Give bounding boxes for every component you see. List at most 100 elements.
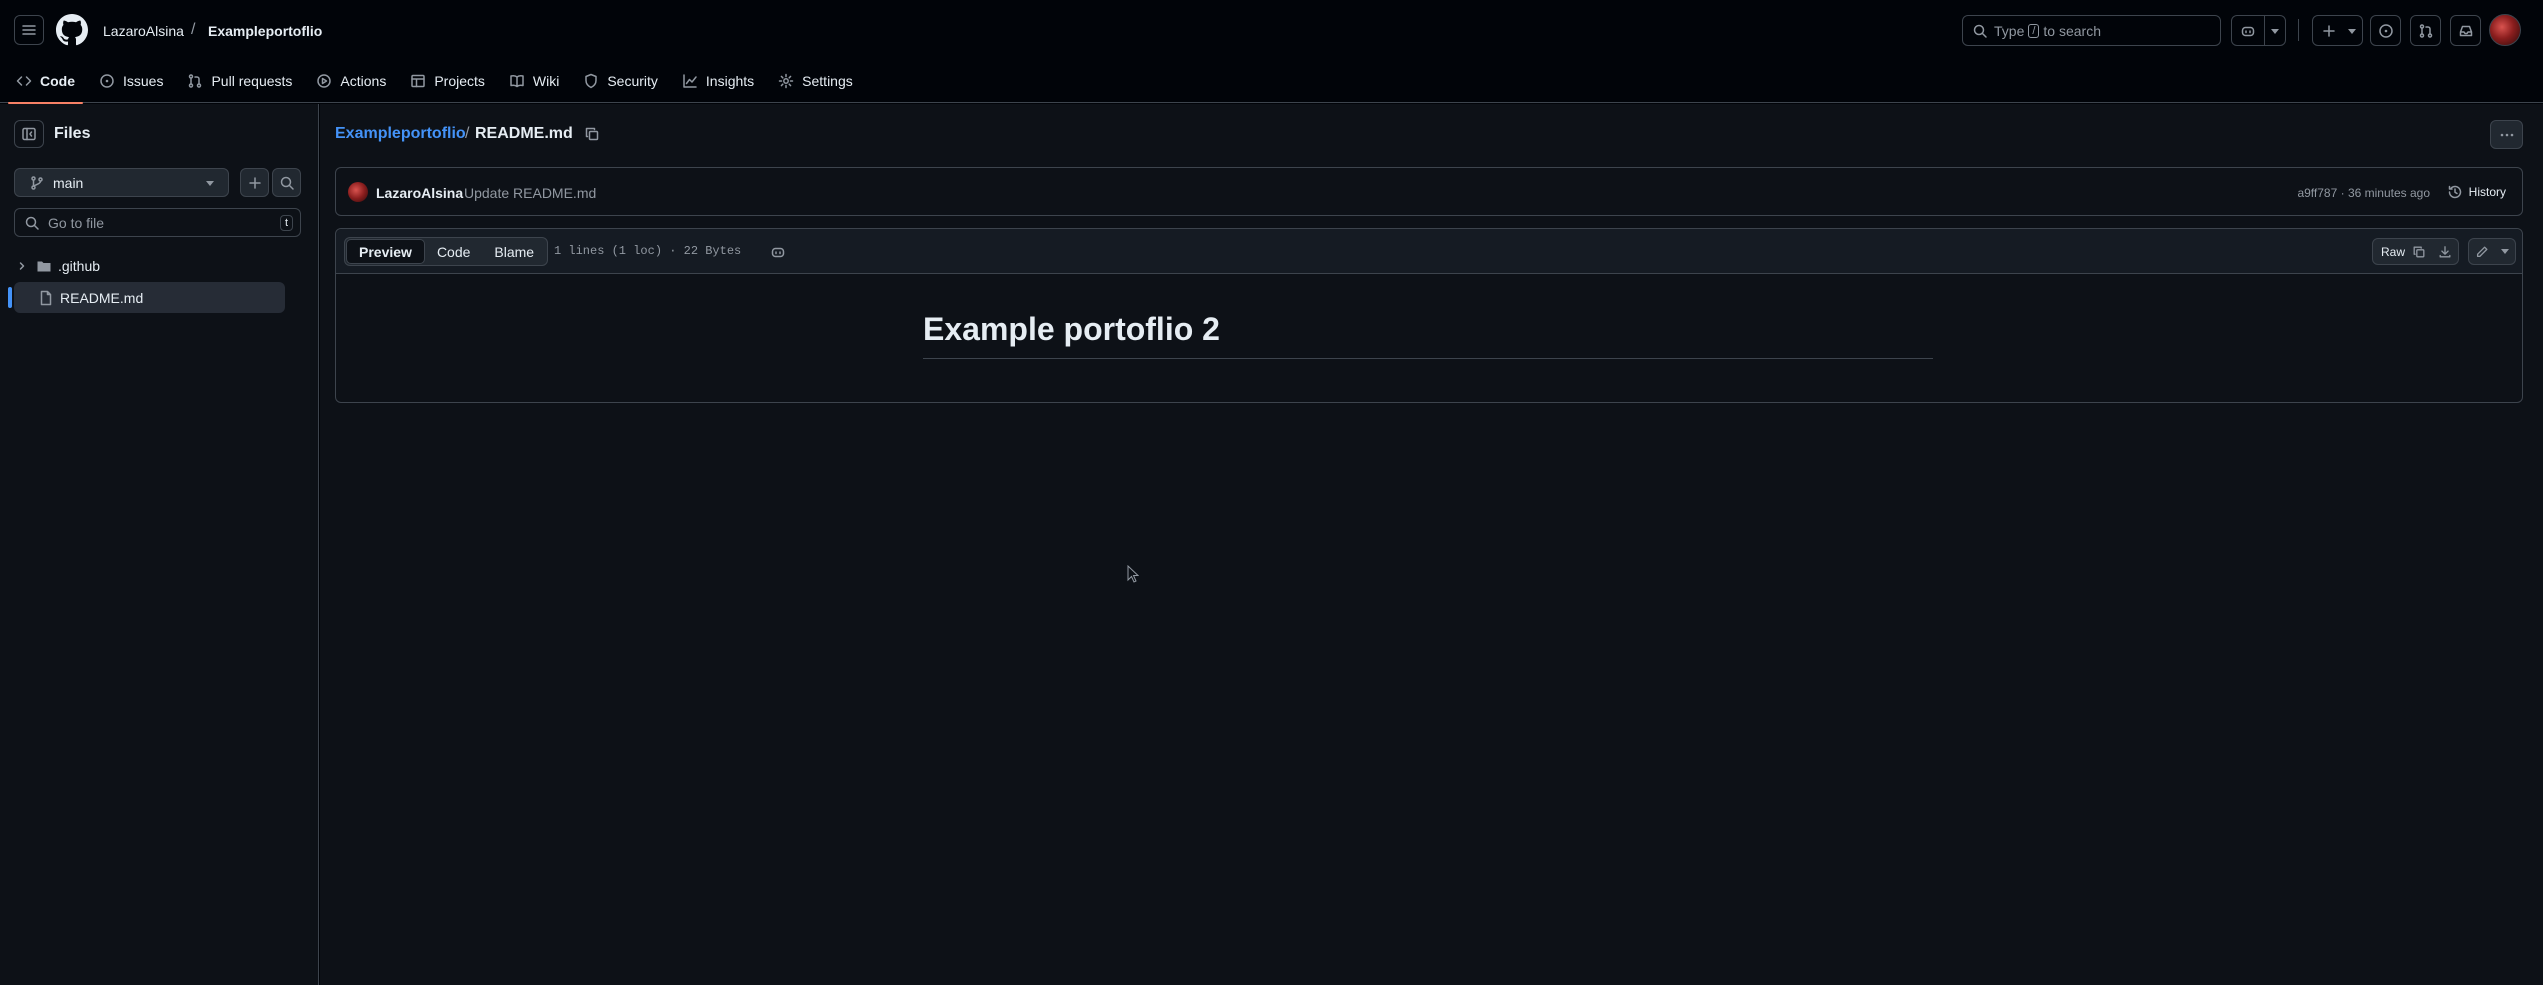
commit-message[interactable]: Update README.md: [464, 185, 596, 201]
issue-icon: [2378, 23, 2393, 38]
branch-selector[interactable]: main: [14, 168, 229, 197]
inbox-button[interactable]: [2450, 15, 2481, 46]
chevron-down-icon: [2500, 249, 2509, 254]
create-new-button[interactable]: [2312, 15, 2363, 46]
git-branch-icon: [31, 175, 43, 190]
download-raw-button[interactable]: [2432, 238, 2459, 265]
breadcrumb-separator: /: [191, 21, 196, 38]
search-prefix: Type: [1994, 22, 2025, 39]
folder-icon: [37, 261, 51, 271]
tab-label: Pull requests: [211, 73, 293, 89]
hamburger-icon: [22, 25, 36, 35]
commit-author[interactable]: LazaroAlsina: [376, 185, 463, 201]
plus-icon: [248, 176, 261, 189]
search-shortcut-key: /: [2028, 23, 2040, 38]
tab-label: Insights: [705, 73, 755, 89]
menu-button[interactable]: [14, 15, 44, 45]
tab-label: Actions: [340, 73, 387, 89]
search-icon: [280, 176, 294, 190]
more-options-button[interactable]: [2490, 120, 2523, 149]
view-preview-button[interactable]: Preview: [346, 239, 425, 264]
copy-raw-button[interactable]: [2406, 238, 2433, 265]
github-logo-icon[interactable]: [56, 14, 88, 46]
pencil-icon: [2476, 246, 2487, 257]
readme-heading: Example portoflio 2: [923, 309, 1933, 359]
file-view-main: Exampleportoflio / README.md LazaroAlsin…: [320, 104, 2543, 985]
view-mode-segmented-control: Preview Code Blame: [344, 237, 549, 266]
code-icon: [16, 76, 32, 86]
copy-icon: [585, 127, 599, 141]
graph-icon: [683, 74, 697, 88]
sidebar-title: Files: [54, 125, 91, 142]
search-icon: [25, 216, 39, 230]
gear-icon: [778, 73, 794, 89]
tab-label: Settings: [802, 73, 853, 89]
tab-label: Code: [40, 73, 75, 89]
history-icon: [2448, 185, 2461, 199]
kebab-horizontal-icon: [2500, 133, 2513, 136]
commit-meta[interactable]: a9ff787 · 36 minutes ago: [2297, 186, 2430, 200]
issue-icon: [100, 74, 114, 88]
collapse-sidebar-button[interactable]: [14, 120, 44, 148]
sidebar-collapse-icon: [22, 127, 36, 141]
tab-issues[interactable]: Issues: [91, 60, 171, 102]
tab-label: Issues: [123, 73, 164, 89]
tab-code[interactable]: Code: [8, 60, 83, 104]
search-files-button[interactable]: [272, 168, 301, 197]
copy-path-button[interactable]: [578, 120, 606, 148]
table-icon: [411, 74, 426, 88]
file-box: Preview Code Blame 1 lines (1 loc) · 22 …: [335, 228, 2523, 403]
tab-wiki[interactable]: Wiki: [501, 60, 567, 102]
tab-label: Wiki: [532, 73, 560, 89]
path-separator: /: [465, 125, 470, 142]
go-to-file-input[interactable]: Go to file t: [14, 208, 301, 237]
inbox-icon: [2459, 25, 2472, 36]
history-label: History: [2468, 185, 2506, 199]
plus-icon: [2323, 25, 2335, 37]
edit-file-button[interactable]: [2468, 238, 2495, 265]
tab-settings[interactable]: Settings: [770, 60, 861, 102]
chevron-right-icon[interactable]: [16, 260, 28, 272]
pull-request-icon: [189, 74, 202, 88]
owner-link[interactable]: LazaroAlsina: [103, 23, 184, 39]
tab-label: Security: [607, 73, 658, 89]
file-icon: [40, 290, 52, 305]
tab-actions[interactable]: Actions: [308, 60, 394, 102]
history-button[interactable]: History: [2439, 178, 2514, 206]
tab-pull-requests[interactable]: Pull requests: [179, 60, 300, 102]
edit-options-button[interactable]: [2494, 238, 2516, 265]
chevron-down-icon: [2348, 29, 2356, 34]
tree-item-readme-file[interactable]: README.md: [8, 282, 285, 313]
shield-icon: [585, 73, 598, 89]
branch-name: main: [53, 174, 84, 191]
pull-request-icon: [2419, 23, 2432, 38]
user-avatar[interactable]: [2489, 14, 2521, 46]
tree-item-label: .github: [58, 257, 101, 274]
add-file-button[interactable]: [240, 168, 269, 197]
tab-security[interactable]: Security: [575, 60, 666, 102]
search-suffix: to search: [2043, 22, 2102, 39]
copilot-icon: [771, 247, 785, 258]
tree-item-label: README.md: [60, 289, 144, 306]
commit-author-avatar[interactable]: [348, 182, 368, 202]
view-code-button[interactable]: Code: [425, 239, 482, 264]
tab-projects[interactable]: Projects: [402, 60, 493, 102]
ask-copilot-button[interactable]: [765, 239, 791, 265]
tab-label: Projects: [434, 73, 485, 89]
your-issues-button[interactable]: [2370, 15, 2401, 46]
mouse-cursor-icon: [1127, 565, 1139, 583]
tree-item-github-folder[interactable]: .github: [14, 250, 285, 281]
view-blame-button[interactable]: Blame: [482, 239, 546, 264]
copilot-button[interactable]: [2231, 15, 2286, 46]
chevron-down-icon[interactable]: [2271, 29, 2279, 34]
latest-commit-box: LazaroAlsina Update README.md a9ff787 · …: [335, 167, 2523, 216]
file-stats: 1 lines (1 loc) · 22 Bytes: [554, 244, 742, 258]
tab-insights[interactable]: Insights: [674, 60, 762, 102]
your-pull-requests-button[interactable]: [2410, 15, 2441, 46]
top-header: LazaroAlsina / Exampleportoflio Type / t…: [0, 0, 2543, 104]
go-to-file-placeholder: Go to file: [48, 214, 105, 231]
file-header: Preview Code Blame 1 lines (1 loc) · 22 …: [336, 229, 2522, 274]
repo-link[interactable]: Exampleportoflio: [208, 23, 322, 39]
path-repo-link[interactable]: Exampleportoflio: [335, 125, 466, 143]
search-input[interactable]: Type / to search: [1962, 15, 2221, 46]
